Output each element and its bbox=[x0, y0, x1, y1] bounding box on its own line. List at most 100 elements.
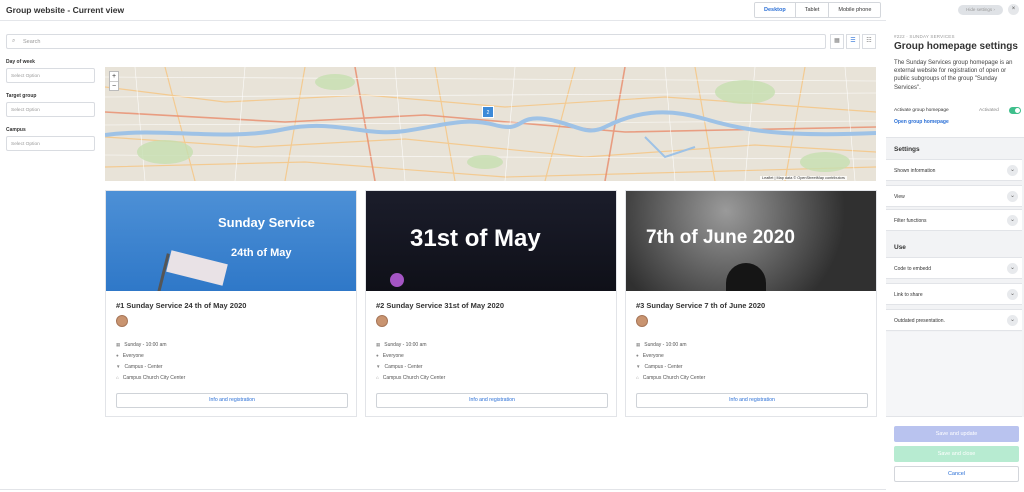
event-location: ⌂ Campus Church City Center bbox=[116, 375, 186, 381]
event-image: 7th of June 2020 bbox=[626, 191, 876, 291]
calendar-icon: ▦ bbox=[636, 342, 641, 347]
open-homepage-link[interactable]: Open group homepage bbox=[894, 119, 949, 125]
settings-item-view[interactable]: View ⌄ bbox=[886, 185, 1022, 207]
save-close-button[interactable]: Save and close bbox=[894, 446, 1019, 462]
event-campus: ▼ Campus - Center bbox=[116, 364, 163, 370]
location-pin-icon: ▼ bbox=[636, 364, 641, 369]
panel-empty-area bbox=[886, 332, 1022, 417]
flag-graphic bbox=[166, 250, 228, 286]
use-item-outdated-presentation[interactable]: Outdated presentation. ⌄ bbox=[886, 309, 1022, 331]
info-registration-button[interactable]: Info and registration bbox=[636, 393, 868, 408]
event-card[interactable]: 31st of May #2 Sunday Service 31st of Ma… bbox=[365, 190, 617, 417]
calendar-icon: ▦ bbox=[116, 342, 121, 347]
location-pin-icon: ▼ bbox=[116, 364, 121, 369]
activate-label: Activate group homepage bbox=[894, 108, 949, 113]
list-view-button[interactable]: ☰ bbox=[846, 34, 860, 49]
event-campus: ▼ Campus - Center bbox=[376, 364, 423, 370]
use-item-code-embed[interactable]: Code to embedd ⌄ bbox=[886, 257, 1022, 279]
info-registration-button[interactable]: Info and registration bbox=[116, 393, 348, 408]
device-tablet-button[interactable]: Tablet bbox=[795, 3, 830, 17]
event-audience: ● Everyone bbox=[376, 353, 404, 359]
event-audience: ● Everyone bbox=[636, 353, 664, 359]
filter-day-select[interactable]: Select Option bbox=[6, 68, 95, 83]
grid-view-button[interactable]: ▦ bbox=[830, 34, 844, 49]
event-image-text: 7th of June 2020 bbox=[646, 227, 795, 248]
map-zoom-control: + − bbox=[109, 71, 119, 91]
settings-item-filter-functions[interactable]: Filter functions ⌄ bbox=[886, 209, 1022, 231]
light-graphic bbox=[390, 273, 404, 287]
event-time: ▦ Sunday - 10:00 am bbox=[116, 342, 167, 348]
event-title[interactable]: #2 Sunday Service 31st of May 2020 bbox=[376, 301, 504, 310]
event-title[interactable]: #1 Sunday Service 24 th of May 2020 bbox=[116, 301, 246, 310]
list-icon: ☰ bbox=[850, 38, 856, 44]
search-input[interactable]: ⌕ Search bbox=[6, 34, 826, 49]
event-title[interactable]: #3 Sunday Service 7 th of June 2020 bbox=[636, 301, 765, 310]
activate-toggle[interactable] bbox=[1009, 107, 1021, 114]
filter-campus-label: Campus bbox=[6, 127, 26, 133]
use-heading: Use bbox=[894, 244, 906, 251]
search-placeholder: Search bbox=[23, 38, 41, 45]
avatar bbox=[116, 315, 128, 327]
zoom-in-button[interactable]: + bbox=[110, 72, 118, 82]
page-title: Group website - Current view bbox=[6, 5, 125, 15]
cancel-button[interactable]: Cancel bbox=[894, 466, 1019, 482]
location-pin-icon: ▼ bbox=[376, 364, 381, 369]
panel-description: The Sunday Services group homepage is an… bbox=[894, 60, 1013, 91]
zoom-out-button[interactable]: − bbox=[110, 82, 118, 91]
device-mobile-button[interactable]: Mobile phone bbox=[829, 3, 881, 17]
settings-heading: Settings bbox=[894, 146, 920, 153]
use-item-link-share[interactable]: Link to share ⌄ bbox=[886, 283, 1022, 305]
settings-item-shown-information[interactable]: Shown information ⌄ bbox=[886, 159, 1022, 181]
panel-heading: Group homepage settings bbox=[894, 41, 1018, 52]
device-desktop-button[interactable]: Desktop bbox=[755, 3, 796, 17]
person-icon: ● bbox=[376, 353, 379, 358]
calendar-icon: ▦ bbox=[376, 342, 381, 347]
map-attribution: Leaflet | Map data © OpenStreetMap contr… bbox=[760, 176, 847, 180]
chevron-down-icon: ⌄ bbox=[1007, 191, 1018, 202]
event-location: ⌂ Campus Church City Center bbox=[376, 375, 446, 381]
device-switcher: Desktop Tablet Mobile phone bbox=[754, 2, 882, 18]
avatar bbox=[376, 315, 388, 327]
filter-target-label: Target group bbox=[6, 93, 37, 99]
crowd-graphic bbox=[726, 263, 766, 291]
church-icon: ⌂ bbox=[636, 375, 639, 380]
person-icon: ● bbox=[636, 353, 639, 358]
event-image: 31st of May bbox=[366, 191, 616, 291]
event-image-subtext: 24th of May bbox=[231, 247, 292, 259]
hide-settings-button[interactable]: Hide settings › bbox=[958, 5, 1003, 15]
event-card[interactable]: Sunday Service 24th of May #1 Sunday Ser… bbox=[105, 190, 357, 417]
panel-subtitle: #222 · SUNDAY SERVICES bbox=[894, 34, 955, 39]
chevron-down-icon: ⌄ bbox=[1007, 263, 1018, 274]
person-icon: ● bbox=[116, 353, 119, 358]
chevron-down-icon: ⌄ bbox=[1007, 289, 1018, 300]
close-icon[interactable]: × bbox=[1008, 4, 1019, 15]
chevron-down-icon: ⌄ bbox=[1007, 165, 1018, 176]
event-time: ▦ Sunday - 10:00 am bbox=[636, 342, 687, 348]
event-audience: ● Everyone bbox=[116, 353, 144, 359]
event-campus: ▼ Campus - Center bbox=[636, 364, 683, 370]
filter-day-label: Day of week bbox=[6, 59, 35, 65]
table-icon: ☷ bbox=[866, 38, 872, 44]
church-icon: ⌂ bbox=[116, 375, 119, 380]
event-location: ⌂ Campus Church City Center bbox=[636, 375, 706, 381]
search-icon: ⌕ bbox=[12, 38, 16, 44]
church-icon: ⌂ bbox=[376, 375, 379, 380]
divider bbox=[0, 489, 886, 490]
activate-status: Activated bbox=[979, 108, 999, 113]
event-image-text: 31st of May bbox=[410, 225, 541, 252]
map-view[interactable] bbox=[105, 67, 876, 181]
info-registration-button[interactable]: Info and registration bbox=[376, 393, 608, 408]
save-update-button[interactable]: Save and update bbox=[894, 426, 1019, 442]
filter-campus-select[interactable]: Select Option bbox=[6, 136, 95, 151]
grid-icon: ▦ bbox=[834, 38, 840, 44]
map-tiles bbox=[105, 67, 876, 181]
event-image: Sunday Service 24th of May bbox=[106, 191, 356, 291]
avatar bbox=[636, 315, 648, 327]
event-image-text: Sunday Service bbox=[218, 215, 315, 230]
event-card[interactable]: 7th of June 2020 #3 Sunday Service 7 th … bbox=[625, 190, 877, 417]
event-time: ▦ Sunday - 10:00 am bbox=[376, 342, 427, 348]
table-view-button[interactable]: ☷ bbox=[862, 34, 876, 49]
filter-target-select[interactable]: Select Option bbox=[6, 102, 95, 117]
map-marker-cluster[interactable]: 2 bbox=[482, 106, 494, 118]
chevron-down-icon: ⌄ bbox=[1007, 315, 1018, 326]
